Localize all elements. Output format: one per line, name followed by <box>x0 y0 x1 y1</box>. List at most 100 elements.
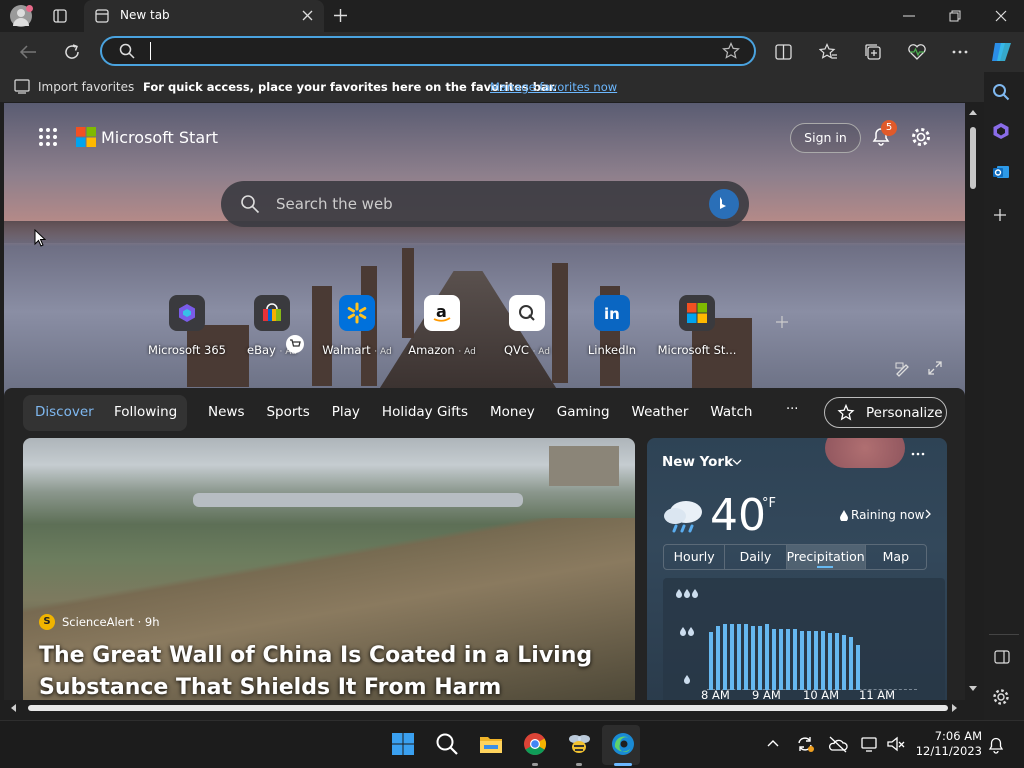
web-search-box[interactable]: Search the web <box>221 181 749 227</box>
tab-gaming[interactable]: Gaming <box>557 404 610 420</box>
app-bee-icon[interactable] <box>566 731 592 757</box>
edge-browser-icon[interactable] <box>610 731 636 757</box>
scroll-right-arrow-icon[interactable] <box>951 703 958 713</box>
tab-holiday-gifts[interactable]: Holiday Gifts <box>382 404 468 420</box>
quick-link-microsoft-store[interactable]: Microsoft St... <box>654 295 740 357</box>
tab-play[interactable]: Play <box>332 404 360 420</box>
shopping-cart-icon[interactable] <box>286 335 304 353</box>
tab-sports[interactable]: Sports <box>266 404 309 420</box>
quick-link-linkedin[interactable]: in LinkedIn <box>569 295 655 357</box>
import-favorites-button[interactable]: Import favorites <box>38 80 134 94</box>
new-tab-plus-icon[interactable] <box>333 8 348 23</box>
favorites-icon[interactable] <box>819 43 837 61</box>
network-icon[interactable] <box>860 735 878 753</box>
weather-card[interactable]: New York 40 °F Raining now Hourly Daily <box>647 438 947 700</box>
vertical-scroll-thumb[interactable] <box>970 127 976 189</box>
app-launcher-icon[interactable] <box>38 127 58 147</box>
precipitation-chart[interactable]: 8 AM 9 AM 10 AM 11 AM <box>663 578 945 700</box>
scroll-left-arrow-icon[interactable] <box>10 703 17 713</box>
volume-muted-icon[interactable] <box>886 735 906 753</box>
sign-in-button[interactable]: Sign in <box>790 123 861 153</box>
chevron-right-icon[interactable] <box>925 509 931 519</box>
personalize-button[interactable]: Personalize <box>824 397 947 428</box>
bing-chat-icon[interactable] <box>709 189 739 219</box>
close-window-icon[interactable] <box>995 10 1007 22</box>
collections-icon[interactable] <box>864 43 882 61</box>
article-card[interactable]: S ScienceAlert · 9h The Great Wall of Ch… <box>23 438 635 700</box>
mouse-pointer <box>34 229 46 247</box>
heavy-rain-level-icon <box>675 588 699 598</box>
weather-more-icon[interactable] <box>911 452 925 456</box>
tab-new-tab[interactable]: New tab <box>84 0 324 32</box>
precipitation-bar <box>737 624 741 690</box>
close-tab-icon[interactable] <box>302 10 313 21</box>
outlook-icon[interactable] <box>992 163 1010 181</box>
quick-link-walmart[interactable]: Walmart · Ad <box>314 295 400 357</box>
profile-avatar[interactable] <box>10 5 33 27</box>
onedrive-offline-icon[interactable] <box>828 735 848 753</box>
scroll-up-arrow-icon[interactable] <box>968 109 978 116</box>
add-quick-link-icon[interactable] <box>775 315 789 329</box>
scroll-down-arrow-icon[interactable] <box>968 685 978 692</box>
sidebar-settings-gear-icon[interactable] <box>992 688 1010 706</box>
tab-money[interactable]: Money <box>490 404 535 420</box>
quick-link-qvc[interactable]: QVC · Ad <box>484 295 570 357</box>
refresh-icon[interactable] <box>63 43 81 61</box>
weather-tab-daily[interactable]: Daily <box>725 545 787 569</box>
import-favorites-icon[interactable] <box>14 79 30 94</box>
weather-city[interactable]: New York <box>662 454 733 470</box>
split-screen-icon[interactable] <box>775 44 792 60</box>
manage-favorites-link[interactable]: Manage favorites now <box>490 80 617 94</box>
windows-start-icon[interactable] <box>390 731 416 757</box>
address-bar[interactable] <box>100 36 756 66</box>
expand-icon[interactable] <box>928 361 942 375</box>
notification-center-bell-icon[interactable] <box>988 736 1004 754</box>
chrome-icon[interactable] <box>522 731 548 757</box>
file-explorer-icon[interactable] <box>478 731 504 757</box>
copilot-icon[interactable] <box>989 39 1015 65</box>
restore-icon[interactable] <box>949 10 961 22</box>
chevron-down-icon[interactable] <box>732 459 742 465</box>
tab-watch[interactable]: Watch <box>710 404 752 420</box>
tab-following[interactable]: Following <box>114 404 177 420</box>
more-options-icon[interactable] <box>952 50 968 54</box>
article-headline[interactable]: The Great Wall of China Is Coated in a L… <box>39 640 599 700</box>
tab-actions-icon[interactable] <box>53 9 67 23</box>
personalize-label: Personalize <box>866 405 943 421</box>
back-arrow-icon[interactable] <box>19 44 37 60</box>
taskbar-search-icon[interactable] <box>434 731 460 757</box>
customize-background-icon[interactable] <box>894 361 910 377</box>
precipitation-bar <box>716 626 720 690</box>
weather-status[interactable]: Raining now <box>851 508 925 522</box>
new-tab-page-icon <box>95 9 109 23</box>
add-favorite-star-icon[interactable] <box>722 42 740 60</box>
vertical-scrollbar[interactable] <box>965 103 981 700</box>
horizontal-scrollbar[interactable] <box>4 700 965 716</box>
sidebar-search-icon[interactable] <box>992 83 1010 101</box>
minimize-icon[interactable] <box>903 15 915 17</box>
microsoft-logo-icon <box>76 127 96 147</box>
tab-weather[interactable]: Weather <box>632 404 689 420</box>
microsoft-start-brand[interactable]: Microsoft Start <box>101 128 218 147</box>
quick-link-microsoft-365[interactable]: Microsoft 365 <box>144 295 230 357</box>
show-hidden-icons-chevron-icon[interactable] <box>767 739 779 747</box>
more-tabs-button[interactable]: ··· <box>786 402 798 417</box>
temperature-unit[interactable]: °F <box>762 496 776 511</box>
weather-tab-map[interactable]: Map <box>866 545 926 569</box>
quick-link-amazon[interactable]: a Amazon · Ad <box>399 295 485 357</box>
hide-sidebar-icon[interactable] <box>994 650 1010 664</box>
feed-mode-toggle: Discover Following <box>23 395 187 431</box>
tab-news[interactable]: News <box>208 404 244 420</box>
tab-discover[interactable]: Discover <box>35 404 94 420</box>
ad-label: · Ad <box>458 347 476 357</box>
weather-tab-hourly[interactable]: Hourly <box>664 545 726 569</box>
current-temperature: 40 <box>710 490 766 541</box>
browser-essentials-heart-icon[interactable] <box>907 43 927 61</box>
page-settings-gear-icon[interactable] <box>910 126 932 148</box>
horizontal-scroll-thumb[interactable] <box>28 705 948 711</box>
sync-tray-icon[interactable] <box>796 735 814 753</box>
system-clock[interactable]: 7:06 AM 12/11/2023 <box>912 729 982 759</box>
precipitation-bar <box>758 626 762 690</box>
sidebar-copilot-icon[interactable] <box>992 122 1010 140</box>
sidebar-add-icon[interactable] <box>993 208 1007 222</box>
